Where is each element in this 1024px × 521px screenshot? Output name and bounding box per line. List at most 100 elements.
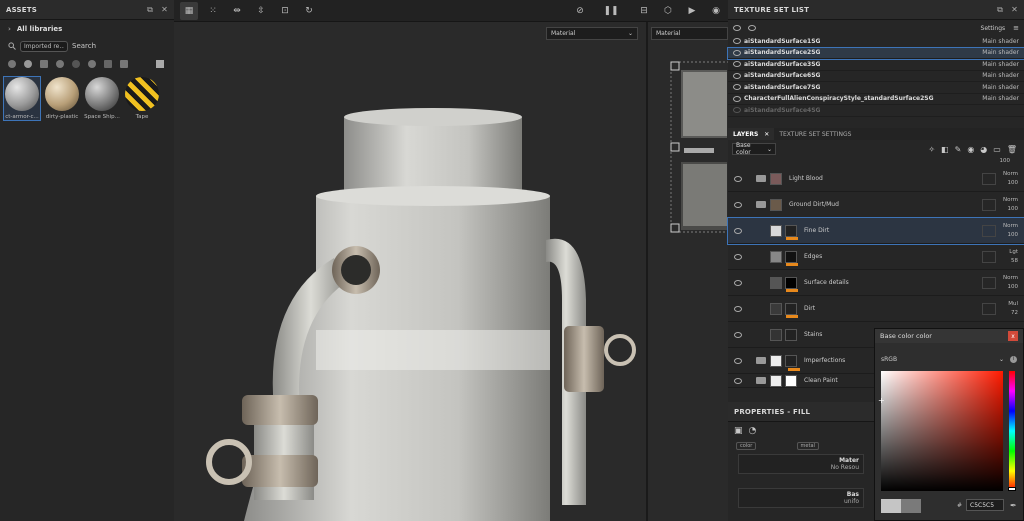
texture-set-row[interactable]: aiStandardSurface7SG Main shader (728, 82, 1024, 94)
eye-icon[interactable] (734, 377, 742, 384)
filter-smart-materials-icon[interactable] (24, 60, 32, 68)
add-effect-icon[interactable]: ✧ (928, 145, 935, 154)
viewport-2d-mode-select[interactable]: Material (651, 27, 728, 40)
eye-icon[interactable] (733, 25, 741, 31)
layer-channel-box[interactable] (982, 302, 996, 315)
layer-row[interactable]: Edges Lgt 58 (728, 244, 1024, 270)
close-button[interactable]: x (1008, 331, 1018, 341)
eye-icon[interactable] (734, 175, 742, 182)
asset-item[interactable]: dirty-plastic (44, 77, 80, 120)
eye-icon[interactable] (734, 279, 742, 286)
filter-environments-icon[interactable] (120, 60, 128, 68)
color-button[interactable]: color (736, 442, 757, 450)
base-color-box[interactable]: Bas unifo (738, 488, 864, 508)
smart-material-icon[interactable]: ◕ (980, 145, 987, 154)
filter-materials-icon[interactable] (8, 60, 16, 68)
layer-row[interactable]: Dirt Mul 72 (728, 296, 1024, 322)
folder-icon[interactable]: ▭ (993, 145, 1001, 154)
info-icon[interactable]: i (1010, 355, 1017, 363)
trash-icon[interactable]: 🗑 (1007, 145, 1017, 154)
layer-row[interactable]: Fine Dirt Norm 100 (727, 217, 1024, 245)
eye-icon[interactable] (733, 38, 741, 45)
eye-icon[interactable] (734, 305, 742, 312)
filter-masks-icon[interactable] (56, 60, 64, 68)
viewport-3d-mode-select[interactable]: Material ⌄ (546, 27, 638, 40)
asset-item[interactable]: ct-armor-c... (3, 76, 41, 121)
align-icon[interactable]: ⇳ (252, 2, 270, 20)
grid-view-icon[interactable] (156, 60, 164, 68)
close-icon[interactable]: ✕ (1011, 5, 1018, 14)
all-libraries-item[interactable]: › All libraries (0, 20, 174, 38)
texture-set-row[interactable]: aiStandardSurface6SG Main shader (728, 71, 1024, 82)
filter-alphas-icon[interactable] (104, 60, 112, 68)
texture-set-row[interactable]: aiStandardSurface2SG Main shader (727, 46, 1024, 60)
layer-channel-box[interactable] (982, 172, 996, 185)
hamburger-icon[interactable]: ≡ (1013, 24, 1019, 32)
channel-select[interactable]: Base color ⌄ (732, 142, 776, 156)
layer-channel-box[interactable] (982, 198, 996, 211)
screenshot-icon[interactable]: ◉ (707, 2, 725, 20)
tab-layers[interactable]: LAYERS ✕ (728, 128, 775, 140)
fill-properties-icon[interactable]: ▣ (734, 426, 743, 436)
texture-set-row[interactable]: aiStandardSurface3SG Main shader (728, 59, 1024, 71)
close-icon[interactable]: ✕ (764, 131, 769, 138)
eye-icon[interactable] (734, 253, 742, 260)
layer-blend[interactable]: Norm 100 (1000, 274, 1018, 292)
asset-item[interactable]: Space Ship... (84, 77, 120, 120)
fill-bucket-icon[interactable]: ◉ (967, 145, 974, 154)
float-icon[interactable]: ⧉ (147, 5, 153, 15)
eye-icon[interactable] (733, 95, 741, 102)
layer-blend[interactable]: Lgt 58 (1000, 248, 1018, 266)
hue-handle[interactable] (1008, 487, 1016, 491)
layer-row[interactable]: Ground Dirt/Mud Norm 100 (728, 192, 1024, 218)
symmetry-icon[interactable]: ⇹ (228, 2, 246, 20)
eye-icon[interactable] (733, 72, 741, 79)
eye-icon[interactable] (734, 357, 742, 364)
filter-brushes-icon[interactable] (72, 60, 80, 68)
layer-channel-box[interactable] (982, 276, 996, 289)
material-properties-icon[interactable]: ◔ (749, 426, 757, 436)
asset-search-input[interactable] (20, 40, 68, 52)
view-mode-icon[interactable]: ▦ (180, 1, 198, 20)
grid-layout-icon[interactable]: ⁙ (204, 2, 222, 20)
texture-set-row[interactable]: aiStandardSurface1SG Main shader (728, 36, 1024, 48)
texture-set-row[interactable]: CharacterFullAlienConspiracyStyle_standa… (728, 94, 1024, 105)
eye-icon[interactable] (733, 61, 741, 68)
eye-icon[interactable] (734, 227, 742, 234)
texture-set-row[interactable]: aiStandardSurface4SG (728, 105, 1024, 117)
mask-icon[interactable]: ◧ (941, 145, 949, 154)
asset-item[interactable]: Tape (124, 77, 160, 120)
filter-textures-icon[interactable] (40, 60, 48, 68)
eye-icon[interactable] (734, 331, 742, 338)
texture-set-settings-button[interactable]: Settings (981, 25, 1006, 32)
layer-blend[interactable]: Mul 72 (1000, 300, 1018, 318)
layer-row[interactable]: Surface details Norm 100 (728, 270, 1024, 296)
layer-blend[interactable]: Norm 100 (1000, 196, 1018, 214)
float-icon[interactable]: ⧉ (997, 5, 1003, 15)
viewport[interactable]: Material ⌄ Material (174, 0, 728, 521)
filter-particles-icon[interactable] (88, 60, 96, 68)
display-settings-icon[interactable]: ⊟ (635, 2, 653, 20)
tab-texture-set-settings[interactable]: TEXTURE SET SETTINGS (774, 128, 856, 140)
layer-channel-box[interactable] (982, 250, 996, 263)
chevron-down-icon[interactable]: ⌄ (999, 356, 1004, 363)
metal-button[interactable]: metal (796, 442, 819, 450)
layer-row[interactable]: Light Blood Norm 100 (728, 166, 1024, 192)
eye-icon[interactable] (733, 49, 741, 56)
hex-input[interactable]: C5C5C5 (966, 499, 1005, 511)
saturation-value-area[interactable]: + (878, 371, 1003, 491)
eye-outline-icon[interactable] (748, 25, 756, 31)
layer-blend[interactable]: Norm 100 (1000, 222, 1018, 240)
camera-cube-icon[interactable]: ⬡ (659, 2, 677, 20)
eye-icon[interactable] (733, 84, 741, 91)
material-box[interactable]: Mater No Resou (738, 454, 864, 474)
close-icon[interactable]: ✕ (161, 5, 168, 14)
viewport-scene[interactable] (174, 0, 728, 521)
eyedropper-icon[interactable]: ✒ (1010, 501, 1017, 510)
layer-blend[interactable]: Norm 100 (1000, 170, 1018, 188)
pause-icon[interactable]: ❚❚ (602, 2, 620, 20)
hue-slider[interactable] (1008, 371, 1016, 491)
history-icon[interactable]: ↻ (300, 2, 318, 20)
eye-icon[interactable] (733, 107, 741, 114)
eye-icon[interactable] (734, 201, 742, 208)
